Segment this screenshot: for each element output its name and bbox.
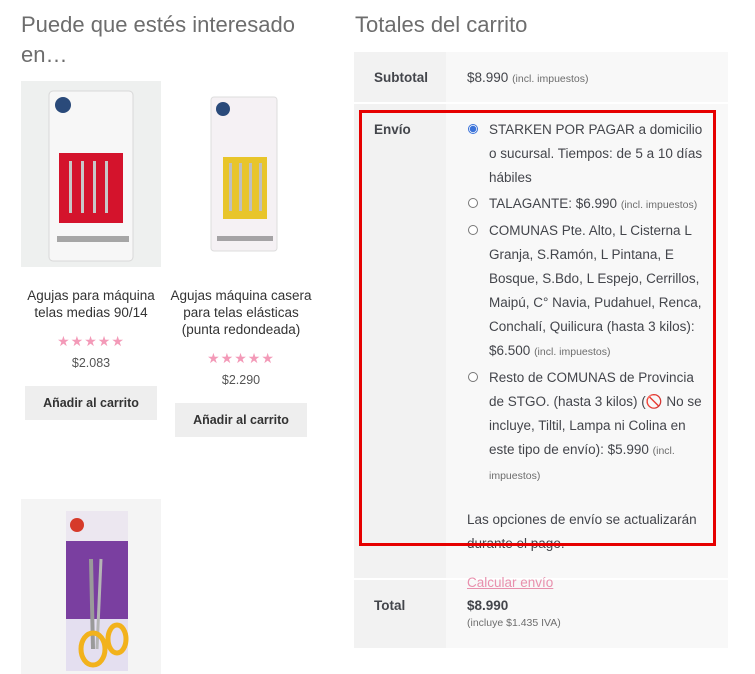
add-to-cart-button[interactable]: Añadir al carrito bbox=[25, 386, 157, 420]
shipping-tax-note: (incl. impuestos) bbox=[620, 199, 698, 211]
shipping-tax-note: (incl. impuestos) bbox=[534, 346, 611, 358]
shipping-option-starken[interactable]: STARKEN POR PAGAR a domicilio o sucursal… bbox=[467, 118, 709, 190]
related-products-title: Puede que estés interesado en… bbox=[21, 12, 295, 67]
shipping-option-talagante[interactable]: TALAGANTE: $6.990 (incl. impuestos) bbox=[467, 192, 709, 217]
shipping-option-resto-stgo[interactable]: Resto de COMUNAS de Provincia de STGO. (… bbox=[467, 366, 709, 488]
total-tax-note: (incluye $1.435 IVA) bbox=[467, 617, 561, 629]
total-label: Total bbox=[354, 580, 446, 648]
radio-unselected[interactable] bbox=[468, 372, 478, 382]
shipping-option-label: TALAGANTE: $6.990 bbox=[489, 196, 618, 211]
shipping-option-label: STARKEN POR PAGAR a domicilio o sucursal… bbox=[489, 122, 703, 185]
cart-totals-title: Totales del carrito bbox=[355, 12, 528, 37]
product-image[interactable] bbox=[21, 499, 161, 674]
product-price: $2.290 bbox=[221, 373, 261, 387]
radio-selected[interactable] bbox=[468, 124, 478, 134]
subtotal-row: Subtotal $8.990 (incl. impuestos) bbox=[354, 52, 728, 102]
total-value-cell: $8.990 (incluye $1.435 IVA) bbox=[467, 598, 718, 629]
rating-stars: ★★★★★ bbox=[57, 333, 125, 349]
product-price: $2.083 bbox=[71, 356, 111, 370]
shipping-note: Las opciones de envío se actualizarán du… bbox=[467, 512, 697, 551]
subtotal-value: $8.990 bbox=[467, 70, 509, 85]
no-entry-icon: 🚫 bbox=[645, 394, 663, 409]
calculate-shipping-link[interactable]: Calcular envío bbox=[467, 575, 553, 590]
radio-unselected[interactable] bbox=[468, 198, 478, 208]
shipping-methods-list: STARKEN POR PAGAR a domicilio o sucursal… bbox=[467, 118, 709, 592]
product-image[interactable] bbox=[171, 81, 311, 267]
product-name[interactable]: Agujas máquina casera para telas elástic… bbox=[166, 287, 316, 338]
rating-stars: ★★★★★ bbox=[207, 350, 275, 366]
product-card: Agujas para máquina telas medias 90/14 ★… bbox=[16, 81, 166, 420]
total-value: $8.990 bbox=[467, 598, 509, 613]
subtotal-label: Subtotal bbox=[354, 52, 446, 102]
shipping-option-comunas[interactable]: COMUNAS Pte. Alto, L Cisterna L Granja, … bbox=[467, 219, 709, 364]
radio-unselected[interactable] bbox=[468, 225, 478, 235]
shipping-label: Envío bbox=[354, 104, 446, 578]
product-name[interactable]: Agujas para máquina telas medias 90/14 bbox=[16, 287, 166, 321]
product-image[interactable] bbox=[21, 81, 161, 267]
subtotal-value-cell: $8.990 (incl. impuestos) bbox=[467, 70, 718, 85]
product-card bbox=[16, 499, 166, 674]
add-to-cart-button[interactable]: Añadir al carrito bbox=[175, 403, 307, 437]
subtotal-tax-note: (incl. impuestos) bbox=[512, 73, 589, 85]
shipping-option-label: COMUNAS Pte. Alto, L Cisterna L Granja, … bbox=[489, 223, 702, 358]
product-card: Agujas máquina casera para telas elástic… bbox=[166, 81, 316, 437]
